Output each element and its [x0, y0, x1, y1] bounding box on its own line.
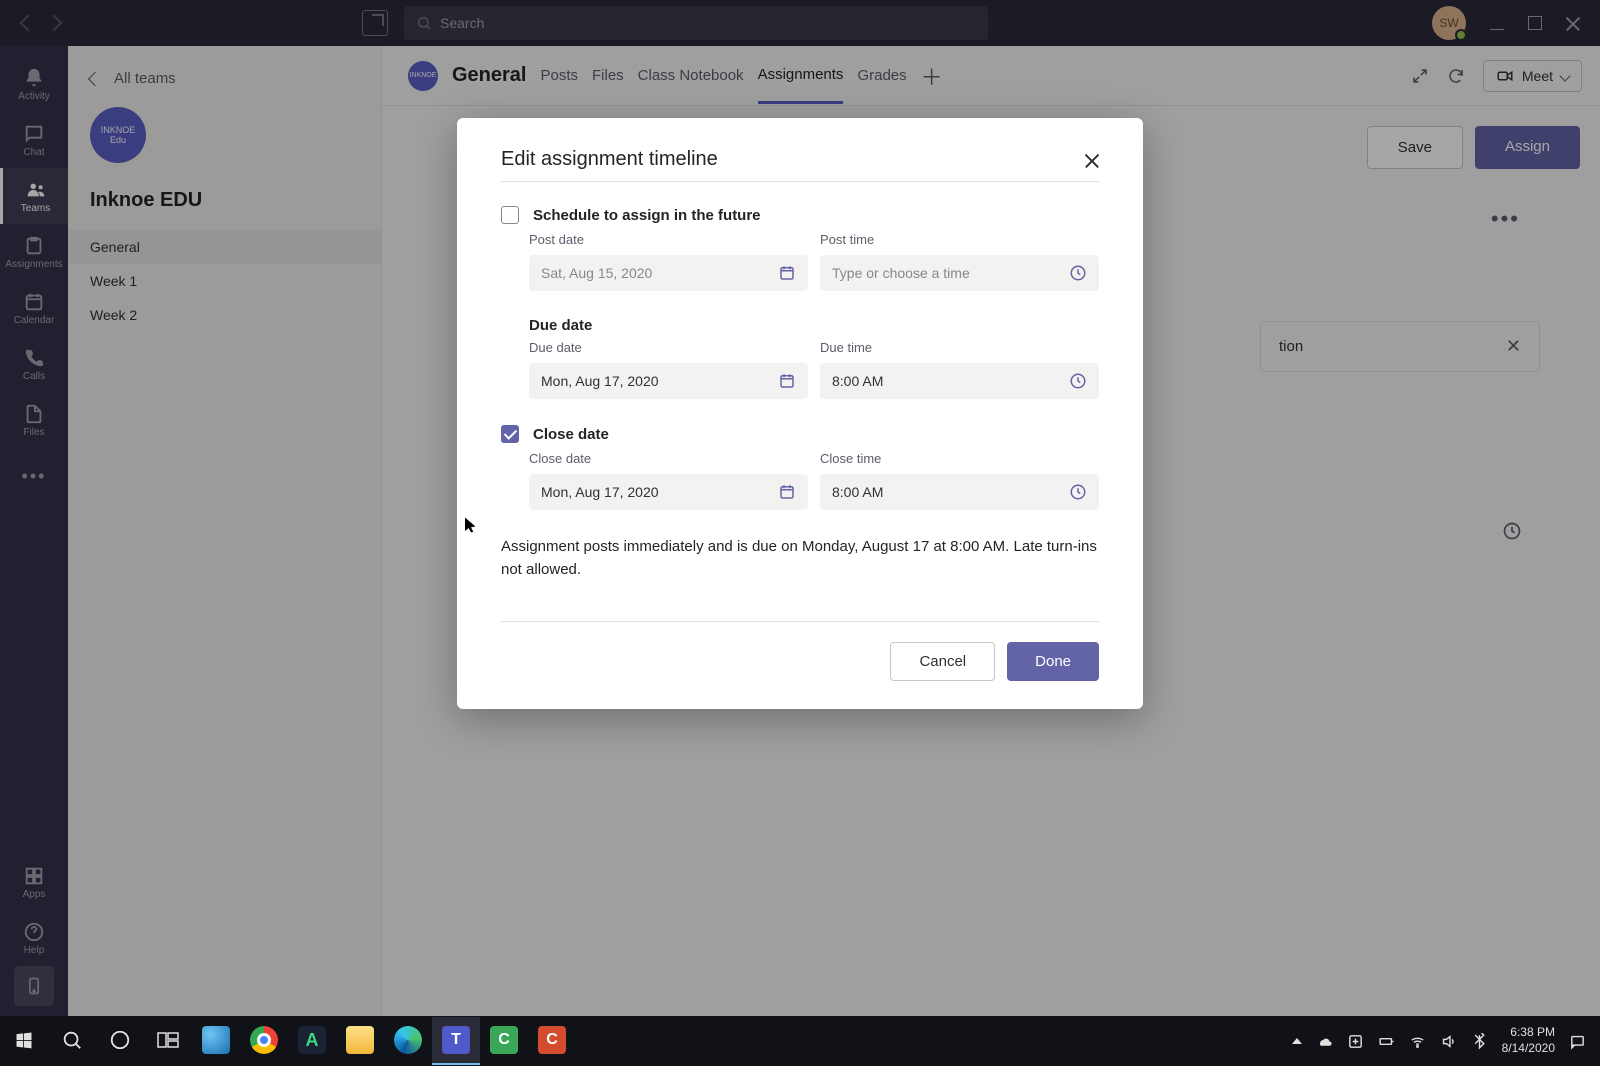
- taskbar: A T C C 6:38 PM 8/14/2020: [0, 1016, 1600, 1066]
- tray-expand-button[interactable]: [1292, 1038, 1302, 1044]
- folder-icon: [346, 1026, 374, 1054]
- calendar-icon: [778, 483, 796, 501]
- dialog-title: Edit assignment timeline: [501, 148, 718, 171]
- due-date-value: Mon, Aug 17, 2020: [541, 373, 659, 389]
- due-time-label: Due time: [820, 340, 1099, 355]
- calendar-icon: [778, 264, 796, 282]
- edit-timeline-dialog: Edit assignment timeline Schedule to ass…: [457, 118, 1143, 709]
- taskbar-edge-legacy[interactable]: [192, 1017, 240, 1065]
- post-date-label: Post date: [529, 232, 808, 247]
- post-date-value: Sat, Aug 15, 2020: [541, 265, 652, 281]
- chrome-icon: [250, 1026, 278, 1054]
- clock-icon: [1069, 372, 1087, 390]
- tray-time: 6:38 PM: [1502, 1025, 1555, 1041]
- taskbar-edge[interactable]: [384, 1017, 432, 1065]
- clock[interactable]: 6:38 PM 8/14/2020: [1502, 1025, 1555, 1056]
- start-button[interactable]: [0, 1017, 48, 1065]
- due-date-input[interactable]: Mon, Aug 17, 2020: [529, 363, 808, 399]
- close-date-checkbox-label: Close date: [533, 426, 609, 443]
- schedule-checkbox[interactable]: [501, 206, 519, 224]
- done-button[interactable]: Done: [1007, 642, 1099, 681]
- taskbar-camtasia[interactable]: C: [480, 1017, 528, 1065]
- taskbar-snagit[interactable]: C: [528, 1017, 576, 1065]
- battery-icon[interactable]: [1378, 1033, 1395, 1050]
- edge-legacy-icon: [202, 1026, 230, 1054]
- post-time-placeholder: Type or choose a time: [832, 265, 970, 281]
- close-time-value: 8:00 AM: [832, 484, 883, 500]
- teams-app-icon: T: [442, 1026, 470, 1054]
- cortana-button[interactable]: [96, 1017, 144, 1065]
- close-date-checkbox[interactable]: [501, 425, 519, 443]
- onedrive-icon[interactable]: [1316, 1033, 1333, 1050]
- notification-icon[interactable]: [1569, 1033, 1586, 1050]
- post-time-label: Post time: [820, 232, 1099, 247]
- update-icon[interactable]: [1347, 1033, 1364, 1050]
- task-view-icon: [156, 1030, 180, 1050]
- close-date-value: Mon, Aug 17, 2020: [541, 484, 659, 500]
- windows-icon: [14, 1030, 34, 1050]
- calendar-icon: [778, 372, 796, 390]
- snagit-icon: C: [538, 1026, 566, 1054]
- close-time-input[interactable]: 8:00 AM: [820, 474, 1099, 510]
- due-time-value: 8:00 AM: [832, 373, 883, 389]
- due-time-input[interactable]: 8:00 AM: [820, 363, 1099, 399]
- taskbar-search-button[interactable]: [48, 1017, 96, 1065]
- clock-icon: [1069, 264, 1087, 282]
- due-section-heading: Due date: [529, 317, 1099, 334]
- volume-icon[interactable]: [1440, 1033, 1457, 1050]
- dialog-close-button[interactable]: [1085, 153, 1099, 167]
- bluetooth-icon[interactable]: [1471, 1033, 1488, 1050]
- search-icon: [61, 1029, 83, 1051]
- tray-date: 8/14/2020: [1502, 1041, 1555, 1057]
- modal-overlay: Edit assignment timeline Schedule to ass…: [0, 0, 1600, 1066]
- taskbar-chrome[interactable]: [240, 1017, 288, 1065]
- cortana-icon: [109, 1029, 131, 1051]
- taskbar-app-a[interactable]: A: [288, 1017, 336, 1065]
- post-time-input[interactable]: Type or choose a time: [820, 255, 1099, 291]
- close-date-input[interactable]: Mon, Aug 17, 2020: [529, 474, 808, 510]
- task-view-button[interactable]: [144, 1017, 192, 1065]
- schedule-checkbox-label: Schedule to assign in the future: [533, 207, 761, 224]
- clock-icon: [1069, 483, 1087, 501]
- camtasia-icon: C: [490, 1026, 518, 1054]
- edge-icon: [394, 1026, 422, 1054]
- close-time-label: Close time: [820, 451, 1099, 466]
- post-date-input[interactable]: Sat, Aug 15, 2020: [529, 255, 808, 291]
- wifi-icon[interactable]: [1409, 1033, 1426, 1050]
- app-a-icon: A: [298, 1026, 326, 1054]
- close-date-label: Close date: [529, 451, 808, 466]
- taskbar-teams[interactable]: T: [432, 1017, 480, 1065]
- taskbar-explorer[interactable]: [336, 1017, 384, 1065]
- cancel-button[interactable]: Cancel: [890, 642, 995, 681]
- due-date-label: Due date: [529, 340, 808, 355]
- timeline-summary-text: Assignment posts immediately and is due …: [501, 536, 1099, 581]
- system-tray: 6:38 PM 8/14/2020: [1278, 1025, 1600, 1056]
